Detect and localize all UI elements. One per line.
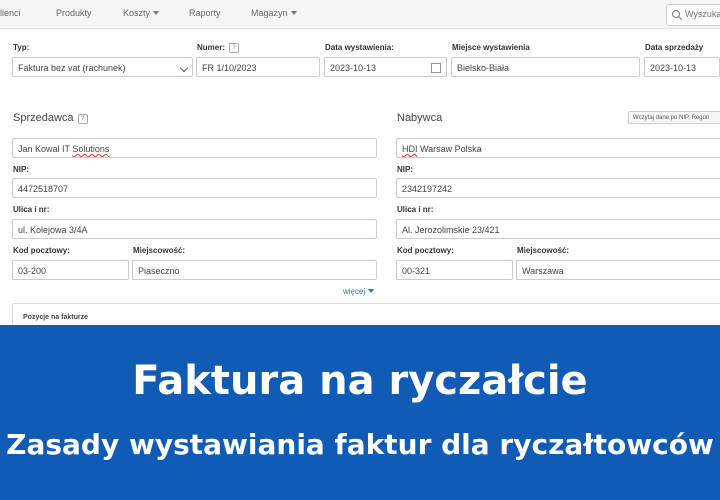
seller-city-input[interactable]: Piaseczno [132, 260, 377, 280]
buyer-nip-input[interactable]: 2342197242 [396, 178, 720, 198]
buyer-city-label: Miejscowość: [517, 246, 570, 255]
calendar-icon[interactable] [431, 63, 441, 73]
help-icon[interactable]: ? [77, 114, 88, 124]
number-label-text: Numer: [197, 43, 226, 52]
seller-street-input[interactable]: ul. Kolejowa 3/4A [12, 219, 377, 239]
buyer-name-value: HDI Warsaw Polska [402, 144, 482, 154]
chevron-down-icon [179, 63, 189, 73]
more-link[interactable]: więcej [343, 287, 375, 296]
place-input[interactable]: Bielsko-Biała [451, 57, 640, 77]
nav-item-magazyn-label: Magazyn [251, 8, 288, 18]
issue-date-value: 2023-10-13 [330, 63, 377, 73]
title-banner [0, 325, 720, 500]
seller-zip-input[interactable]: 03-200 [12, 260, 129, 280]
issue-date-label: Data wystawienia: [325, 43, 394, 52]
positions-title: Pozycje na fakturze [23, 314, 88, 321]
buyer-street-label: Ulica i nr: [397, 205, 434, 214]
issue-date-input[interactable]: 2023-10-13 [324, 57, 447, 77]
buyer-zip-label: Kod pocztowy: [397, 246, 454, 255]
seller-name-input[interactable]: Jan Kowal IT Solutions [12, 138, 377, 158]
seller-title-text: Sprzedawca [13, 112, 74, 124]
chevron-down-icon [153, 11, 160, 15]
buyer-nip-label: NIP: [397, 165, 413, 174]
fetch-by-nip-button[interactable]: Wczytaj dane po NIP, Regon [628, 111, 720, 124]
nav-item-produkty[interactable]: Produkty [56, 8, 92, 18]
sale-date-label: Data sprzedaży [645, 43, 704, 52]
place-label: Miejsce wystawienia [452, 43, 530, 52]
sale-date-input[interactable]: 2023-10-13 [644, 57, 720, 77]
seller-name-value: Jan Kowal IT Solutions [18, 144, 110, 154]
nav-item-magazyn[interactable]: Magazyn [251, 8, 297, 18]
buyer-street-input[interactable]: Al. Jerozolimskie 23/421 [396, 219, 720, 239]
chevron-down-icon [368, 289, 375, 293]
seller-city-label: Miejscowość: [133, 246, 186, 255]
search-icon[interactable] [671, 9, 683, 21]
chevron-down-icon [290, 11, 297, 15]
help-icon[interactable]: ? [229, 43, 240, 53]
search-box [666, 4, 720, 26]
number-label: Numer:? [197, 43, 240, 53]
buyer-city-input[interactable]: Warszawa [516, 260, 720, 280]
banner-title: Faktura na ryczałcie [132, 358, 588, 404]
buyer-zip-input[interactable]: 00-321 [396, 260, 513, 280]
search-input[interactable] [685, 7, 720, 21]
top-nav: Klienci Produkty Koszty Raporty Magazyn [0, 0, 720, 29]
buyer-name-input[interactable]: HDI Warsaw Polska [396, 138, 720, 158]
seller-title: Sprzedawca? [13, 112, 88, 124]
buyer-title: Nabywca [397, 112, 443, 124]
seller-nip-input[interactable]: 4472518707 [12, 178, 377, 198]
nav-item-klienci[interactable]: Klienci [0, 8, 21, 18]
seller-street-label: Ulica i nr: [13, 205, 50, 214]
banner-subtitle: Zasady wystawiania faktur dla ryczałtowc… [6, 428, 714, 461]
more-link-label: więcej [343, 287, 366, 296]
nav-item-koszty[interactable]: Koszty [123, 8, 160, 18]
type-label: Typ: [13, 43, 30, 52]
seller-zip-label: Kod pocztowy: [13, 246, 70, 255]
nav-item-raporty[interactable]: Raporty [189, 8, 221, 18]
type-value: Faktura bez vat (rachunek) [18, 63, 126, 73]
seller-nip-label: NIP: [13, 165, 29, 174]
type-select[interactable]: Faktura bez vat (rachunek) [12, 57, 193, 77]
number-input[interactable]: FR 1/10/2023 [196, 57, 320, 77]
nav-item-koszty-label: Koszty [123, 8, 151, 18]
